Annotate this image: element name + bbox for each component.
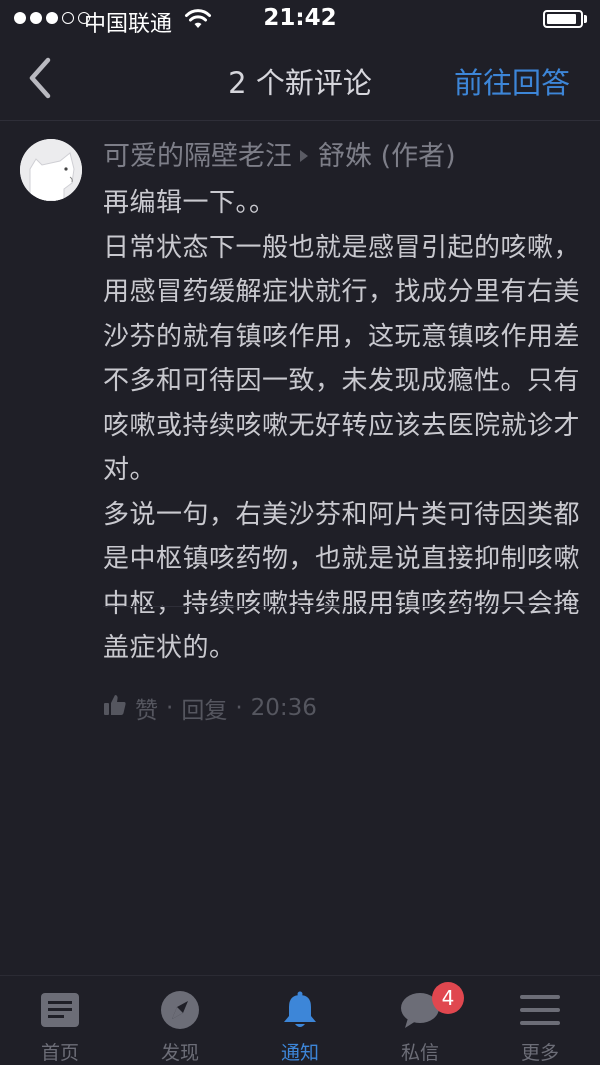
reply-button[interactable]: 回复 xyxy=(181,691,227,725)
meta-separator: · xyxy=(235,694,243,721)
notification-screen: 中国联通 21:42 2 个新评论 前往回答 可爱的隔壁老汪 舒姝 (作者) 再… xyxy=(0,0,600,1065)
tab-bar: 首页 发现 通知 4 私信 更多 xyxy=(0,975,600,1065)
status-bar: 中国联通 21:42 xyxy=(0,0,600,40)
battery-tip xyxy=(584,15,587,23)
comment-meta: 赞 · 回复 · 20:36 xyxy=(103,691,583,725)
tab-notifications[interactable]: 通知 xyxy=(240,976,360,1065)
bell-icon xyxy=(284,991,316,1027)
tab-more[interactable]: 更多 xyxy=(480,976,600,1065)
reply-arrow-icon xyxy=(300,150,308,162)
avatar[interactable] xyxy=(20,139,82,201)
tab-label: 发现 xyxy=(160,1042,199,1064)
comment-paragraph: 再编辑一下。。 xyxy=(103,188,276,218)
nav-bar: 2 个新评论 前往回答 xyxy=(0,40,600,121)
battery-fill xyxy=(547,14,576,24)
comment-divider xyxy=(103,606,580,607)
author-name[interactable]: 可爱的隔壁老汪 xyxy=(103,141,292,172)
comment-timestamp: 20:36 xyxy=(250,694,317,721)
compass-icon xyxy=(161,991,199,1029)
like-button[interactable]: 赞 xyxy=(135,691,158,725)
comment-paragraph: 日常状态下一般也就是感冒引起的咳嗽，用感冒药缓解症状就行，找成分里有右美沙芬的就… xyxy=(103,232,581,486)
tab-label: 首页 xyxy=(40,1042,79,1064)
battery-icon xyxy=(543,10,583,28)
tab-label: 更多 xyxy=(520,1042,559,1064)
tab-home[interactable]: 首页 xyxy=(0,976,120,1065)
meta-separator: · xyxy=(166,694,174,721)
dog-avatar-icon xyxy=(20,139,82,201)
menu-icon xyxy=(520,995,560,1025)
unread-badge: 4 xyxy=(432,982,464,1014)
tab-messages[interactable]: 4 私信 xyxy=(360,976,480,1065)
tab-discover[interactable]: 发现 xyxy=(120,976,240,1065)
thumbs-up-icon[interactable] xyxy=(103,693,127,723)
go-answer-button[interactable]: 前往回答 xyxy=(454,60,570,102)
reply-to-name[interactable]: 舒姝 (作者) xyxy=(318,141,456,172)
comment-paragraph: 多说一句，右美沙芬和阿片类可待因类都是中枢镇咳药物，也就是说直接抑制咳嗽中枢，持… xyxy=(103,499,581,664)
clock: 21:42 xyxy=(263,5,337,31)
home-icon xyxy=(41,993,79,1027)
tab-label: 通知 xyxy=(280,1042,319,1064)
comment-body: 可爱的隔壁老汪 舒姝 (作者) 再编辑一下。。 日常状态下一般也就是感冒引起的咳嗽… xyxy=(103,137,583,725)
comment-text: 再编辑一下。。 日常状态下一般也就是感冒引起的咳嗽，用感冒药缓解症状就行，找成分… xyxy=(103,181,583,671)
comment-header: 可爱的隔壁老汪 舒姝 (作者) xyxy=(103,137,583,177)
tab-label: 私信 xyxy=(400,1042,439,1064)
